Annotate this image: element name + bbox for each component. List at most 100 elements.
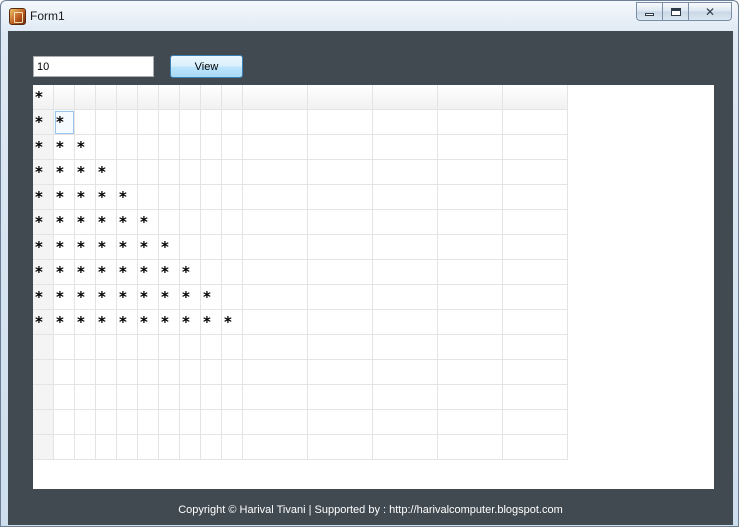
grid-cell[interactable] xyxy=(201,210,222,235)
grid-cell[interactable] xyxy=(75,385,96,410)
grid-cell[interactable] xyxy=(373,410,438,435)
grid-cell[interactable] xyxy=(222,410,243,435)
grid-cell[interactable] xyxy=(438,210,503,235)
grid-cell[interactable] xyxy=(503,85,568,110)
grid-cell[interactable] xyxy=(243,235,308,260)
grid-cell[interactable]: * xyxy=(138,210,159,235)
grid-cell[interactable]: * xyxy=(138,260,159,285)
grid-cell[interactable] xyxy=(159,85,180,110)
grid-cell[interactable]: * xyxy=(33,235,54,260)
grid-cell[interactable] xyxy=(96,385,117,410)
grid-cell[interactable] xyxy=(33,360,54,385)
grid-cell[interactable]: * xyxy=(222,310,243,335)
grid-cell[interactable] xyxy=(503,310,568,335)
grid-cell[interactable] xyxy=(308,360,373,385)
grid-cell[interactable] xyxy=(438,260,503,285)
grid-cell[interactable] xyxy=(222,385,243,410)
grid-cell[interactable] xyxy=(243,335,308,360)
grid-cell[interactable] xyxy=(96,435,117,460)
maximize-button[interactable] xyxy=(662,2,689,21)
grid-cell[interactable] xyxy=(201,335,222,360)
grid-cell[interactable]: * xyxy=(54,235,75,260)
grid-cell[interactable] xyxy=(373,435,438,460)
grid-cell[interactable] xyxy=(243,85,308,110)
table-row[interactable]: * xyxy=(33,85,568,110)
table-row[interactable]: * * * * * * * * * xyxy=(33,285,568,310)
grid-cell[interactable] xyxy=(159,110,180,135)
grid-cell[interactable] xyxy=(373,310,438,335)
grid-cell[interactable] xyxy=(54,385,75,410)
grid-cell[interactable] xyxy=(180,110,201,135)
grid-cell[interactable] xyxy=(138,335,159,360)
grid-cell[interactable] xyxy=(180,210,201,235)
grid-cell[interactable] xyxy=(222,185,243,210)
grid-cell[interactable] xyxy=(243,160,308,185)
grid-cell[interactable] xyxy=(438,285,503,310)
grid-cell[interactable]: * xyxy=(54,135,75,160)
table-row[interactable] xyxy=(33,410,568,435)
grid-cell[interactable] xyxy=(180,360,201,385)
grid-cell[interactable] xyxy=(438,360,503,385)
grid-cell[interactable]: * xyxy=(180,285,201,310)
grid-cell[interactable]: * xyxy=(159,285,180,310)
grid-cell[interactable] xyxy=(33,410,54,435)
grid-cell[interactable]: * xyxy=(75,310,96,335)
grid-cell[interactable] xyxy=(438,160,503,185)
table-row[interactable]: * * * * xyxy=(33,160,568,185)
grid-cell[interactable] xyxy=(243,210,308,235)
grid-cell[interactable] xyxy=(373,160,438,185)
grid-cell[interactable] xyxy=(308,310,373,335)
grid-cell[interactable] xyxy=(373,85,438,110)
grid-cell[interactable] xyxy=(96,360,117,385)
grid-cell[interactable]: * xyxy=(75,235,96,260)
table-row[interactable]: * * * xyxy=(33,135,568,160)
grid-cell[interactable] xyxy=(243,135,308,160)
grid-cell[interactable]: * xyxy=(75,135,96,160)
grid-cell[interactable] xyxy=(308,135,373,160)
grid-cell[interactable]: * xyxy=(33,135,54,160)
grid-cell[interactable] xyxy=(308,260,373,285)
grid-cell[interactable] xyxy=(33,435,54,460)
grid-cell[interactable] xyxy=(373,135,438,160)
grid-cell[interactable]: * xyxy=(96,160,117,185)
grid-cell[interactable] xyxy=(138,110,159,135)
grid-cell[interactable] xyxy=(222,235,243,260)
grid-cell[interactable] xyxy=(222,210,243,235)
grid-cell[interactable] xyxy=(373,385,438,410)
close-button[interactable]: ✕ xyxy=(688,2,732,21)
grid-cell[interactable] xyxy=(180,335,201,360)
grid-cell[interactable] xyxy=(438,235,503,260)
grid-cell[interactable] xyxy=(503,335,568,360)
grid-cell[interactable]: * xyxy=(96,285,117,310)
grid-cell[interactable] xyxy=(438,385,503,410)
grid-cell[interactable]: * xyxy=(33,260,54,285)
grid-cell[interactable]: * xyxy=(159,260,180,285)
grid-cell[interactable] xyxy=(159,385,180,410)
table-row[interactable] xyxy=(33,435,568,460)
grid-cell[interactable] xyxy=(308,235,373,260)
grid-cell[interactable]: * xyxy=(138,310,159,335)
grid-cell[interactable] xyxy=(138,360,159,385)
grid-cell[interactable] xyxy=(373,110,438,135)
grid-cell[interactable] xyxy=(201,260,222,285)
grid-cell[interactable] xyxy=(117,135,138,160)
grid-cell[interactable] xyxy=(308,110,373,135)
grid-cell[interactable] xyxy=(438,335,503,360)
grid-cell[interactable] xyxy=(438,135,503,160)
grid-cell[interactable]: * xyxy=(117,285,138,310)
grid-cell[interactable] xyxy=(373,335,438,360)
grid-cell[interactable] xyxy=(75,85,96,110)
grid-cell[interactable]: * xyxy=(180,310,201,335)
grid-cell[interactable] xyxy=(503,160,568,185)
grid-cell[interactable] xyxy=(503,385,568,410)
grid-cell[interactable] xyxy=(201,135,222,160)
grid-cell[interactable] xyxy=(180,235,201,260)
table-row[interactable] xyxy=(33,335,568,360)
view-button[interactable]: View xyxy=(170,55,243,78)
grid-cell[interactable] xyxy=(503,235,568,260)
table-row[interactable]: * * * * * * * * * * xyxy=(33,310,568,335)
grid-cell[interactable]: * xyxy=(75,260,96,285)
grid-cell[interactable] xyxy=(308,185,373,210)
grid-cell[interactable] xyxy=(308,435,373,460)
grid-cell[interactable] xyxy=(222,260,243,285)
